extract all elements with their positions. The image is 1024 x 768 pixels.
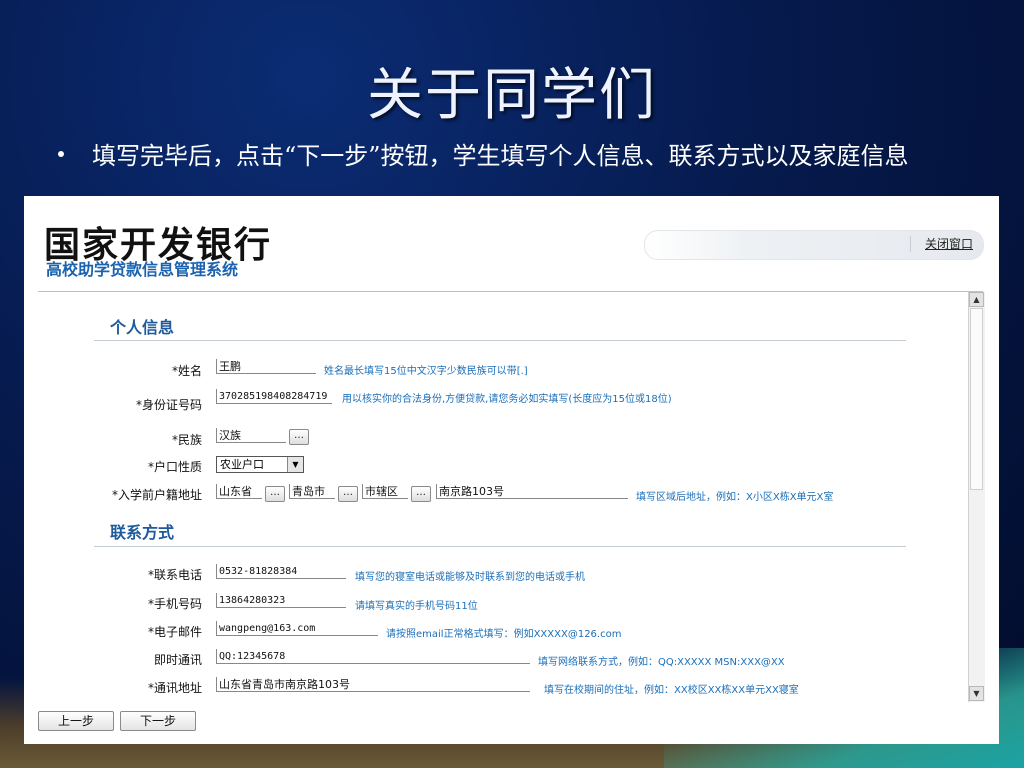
im-field[interactable]: QQ:12345678 <box>216 649 530 664</box>
label-hukou: *户口性质 <box>147 460 202 474</box>
scroll-thumb[interactable] <box>970 308 983 490</box>
section-divider <box>94 340 906 341</box>
slide-title: 关于同学们 <box>367 63 657 128</box>
district-field[interactable]: 市辖区 <box>362 484 408 499</box>
close-window-link[interactable]: 关闭窗口 <box>910 236 973 252</box>
app-window: 国家开发银行 高校助学贷款信息管理系统 关闭窗口 个人信息 *姓名 王鹏 姓名最… <box>24 196 999 744</box>
label-email: *电子邮件 <box>147 625 202 639</box>
hukou-select[interactable]: 农业户口 ▼ <box>216 456 304 473</box>
district-picker-button[interactable]: … <box>411 486 431 502</box>
mobile-hint: 请填写真实的手机号码11位 <box>355 601 478 612</box>
vertical-scrollbar[interactable]: ▲ ▼ <box>968 292 985 702</box>
label-mobile: *手机号码 <box>147 597 202 611</box>
slide-bullet: 填写完毕后，点击“下一步”按钮，学生填写个人信息、联系方式以及家庭信息 <box>50 136 1010 171</box>
province-picker-button[interactable]: … <box>265 486 285 502</box>
label-phone: *联系电话 <box>147 568 202 582</box>
label-ethnic: *民族 <box>171 433 202 447</box>
address-detail-field[interactable]: 南京路103号 <box>436 484 628 499</box>
mail-address-field[interactable]: 山东省青岛市南京路103号 <box>216 677 530 692</box>
label-mail-address: *通讯地址 <box>147 681 202 695</box>
email-hint: 请按照email正常格式填写：例如XXXXX@126.com <box>386 629 622 640</box>
hukou-selected-value: 农业户口 <box>220 458 264 471</box>
next-step-button[interactable]: 下一步 <box>120 711 196 731</box>
phone-field[interactable]: 0532-81828384 <box>216 564 346 579</box>
label-id-number: *身份证号码 <box>135 398 202 412</box>
ethnic-picker-button[interactable]: … <box>289 429 309 445</box>
address-hint: 填写区域后地址，例如：X小区X栋X单元X室 <box>636 492 834 503</box>
section-divider <box>94 546 906 547</box>
mobile-field[interactable]: 13864280323 <box>216 593 346 608</box>
province-field[interactable]: 山东省 <box>216 484 262 499</box>
bullet-text: 填写完毕后，点击“下一步”按钮，学生填写个人信息、联系方式以及家庭信息 <box>92 142 909 170</box>
name-field[interactable]: 王鹏 <box>216 359 316 374</box>
ethnic-field[interactable]: 汉族 <box>216 428 286 443</box>
phone-hint: 填写您的寝室电话或能够及时联系到您的电话或手机 <box>355 572 585 583</box>
scroll-up-icon[interactable]: ▲ <box>969 292 984 307</box>
city-field[interactable]: 青岛市 <box>289 484 335 499</box>
chevron-down-icon[interactable]: ▼ <box>287 457 303 472</box>
prev-step-button[interactable]: 上一步 <box>38 711 114 731</box>
bullet-dot-icon <box>58 150 64 157</box>
name-hint: 姓名最长填写15位中文汉字少数民族可以带[.] <box>324 366 528 377</box>
section-title-personal: 个人信息 <box>110 318 175 337</box>
im-hint: 填写网络联系方式，例如：QQ:XXXXX MSN:XXX@XX <box>538 657 785 668</box>
label-im: 即时通讯 <box>153 653 202 667</box>
id-number-hint: 用以核实你的合法身份,方便贷款,请您务必如实填写(长度应为15位或18位) <box>342 394 672 405</box>
id-number-field[interactable]: 370285198408284719 <box>216 389 332 404</box>
email-field[interactable]: wangpeng@163.com <box>216 621 378 636</box>
form-scroll-area: 个人信息 *姓名 王鹏 姓名最长填写15位中文汉字少数民族可以带[.] *身份证… <box>38 292 968 702</box>
label-name: *姓名 <box>171 364 202 378</box>
scroll-down-icon[interactable]: ▼ <box>969 686 984 701</box>
label-address: *入学前户籍地址 <box>111 488 202 502</box>
section-title-contact: 联系方式 <box>110 523 175 542</box>
mail-address-hint: 填写在校期间的住址，例如：XX校区XX栋XX单元XX寝室 <box>544 685 799 696</box>
city-picker-button[interactable]: … <box>338 486 358 502</box>
system-name: 高校助学贷款信息管理系统 <box>46 260 239 279</box>
